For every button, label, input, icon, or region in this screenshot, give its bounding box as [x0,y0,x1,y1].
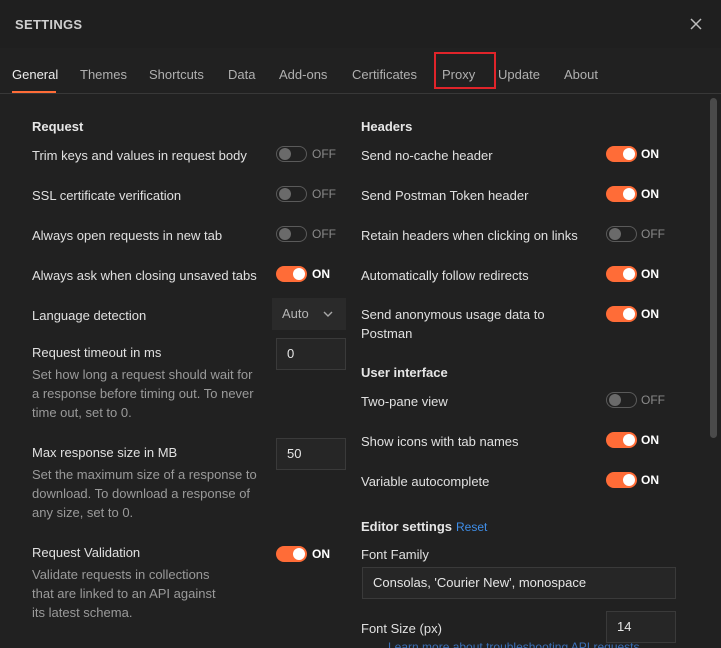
request-validation-label: Request Validation [32,545,141,560]
postman-token-state: ON [641,187,659,201]
language-detection-label: Language detection [32,308,147,323]
font-size-label: Font Size (px) [361,621,442,636]
open-new-tab-state: OFF [312,227,336,241]
ask-closing-toggle[interactable] [276,266,307,282]
open-new-tab-toggle[interactable] [276,226,307,242]
follow-redirects-label: Automatically follow redirects [361,268,529,283]
open-new-tab-label: Always open requests in new tab [32,228,223,243]
retain-headers-label: Retain headers when clicking on links [361,228,578,243]
two-pane-toggle[interactable] [606,392,637,408]
no-cache-label: Send no-cache header [361,148,493,163]
close-icon [690,18,702,30]
anonymous-usage-label: Send anonymous usage data to Postman [361,307,545,341]
postman-token-label: Send Postman Token header [361,188,529,203]
font-family-label: Font Family [361,547,429,562]
tab-certificates[interactable]: Certificates [352,67,417,82]
trim-keys-toggle[interactable] [276,146,307,162]
language-detection-value: Auto [282,306,309,321]
headers-heading: Headers [361,119,413,134]
ssl-verification-label: SSL certificate verification [32,188,182,203]
retain-headers-toggle[interactable] [606,226,637,242]
tab-data[interactable]: Data [228,67,255,82]
anonymous-usage-toggle[interactable] [606,306,637,322]
retain-headers-state: OFF [641,227,665,241]
max-response-size-input[interactable]: 50 [276,438,346,470]
content-scrollbar[interactable] [710,98,717,438]
tab-icons-toggle[interactable] [606,432,637,448]
chevron-down-icon [323,311,333,317]
ask-closing-state: ON [312,267,330,281]
ssl-verification-toggle[interactable] [276,186,307,202]
two-pane-state: OFF [641,393,665,407]
variable-autocomplete-label: Variable autocomplete [361,474,490,489]
active-tab-indicator [12,91,56,93]
tab-icons-state: ON [641,433,659,447]
request-timeout-description: Set how long a request should wait for a… [32,367,254,420]
request-timeout-input[interactable]: 0 [276,338,346,370]
troubleshooting-link[interactable]: Learn more about troubleshooting API req… [388,640,640,648]
tab-add-ons[interactable]: Add-ons [279,67,327,82]
editor-reset-link[interactable]: Reset [456,520,487,534]
request-validation-toggle[interactable] [276,546,307,562]
ssl-verification-state: OFF [312,187,336,201]
follow-redirects-toggle[interactable] [606,266,637,282]
variable-autocomplete-toggle[interactable] [606,472,637,488]
settings-modal: SETTINGS General Themes Shortcuts Data A… [0,0,721,648]
anonymous-usage-state: ON [641,307,659,321]
tab-general[interactable]: General [12,67,58,82]
no-cache-state: ON [641,147,659,161]
user-interface-heading: User interface [361,365,448,380]
request-validation-description: Validate requests in collections that ar… [32,567,216,620]
request-validation-state: ON [312,547,330,561]
trim-keys-state: OFF [312,147,336,161]
max-response-size-label: Max response size in MB [32,445,178,460]
trim-keys-label: Trim keys and values in request body [32,148,247,163]
tab-icons-label: Show icons with tab names [361,434,519,449]
no-cache-toggle[interactable] [606,146,637,162]
settings-tabs: General Themes Shortcuts Data Add-ons Ce… [0,48,721,94]
ask-closing-label: Always ask when closing unsaved tabs [32,268,257,283]
tab-shortcuts[interactable]: Shortcuts [149,67,204,82]
tab-update[interactable]: Update [498,67,540,82]
request-timeout-label: Request timeout in ms [32,345,162,360]
request-heading: Request [32,119,84,134]
proxy-tab-highlight [434,52,496,89]
modal-title: SETTINGS [15,17,83,32]
variable-autocomplete-state: ON [641,473,659,487]
postman-token-toggle[interactable] [606,186,637,202]
font-family-input[interactable]: Consolas, 'Courier New', monospace [362,567,676,599]
font-size-input[interactable]: 14 [606,611,676,643]
follow-redirects-state: ON [641,267,659,281]
modal-header: SETTINGS [0,0,721,48]
two-pane-label: Two-pane view [361,394,448,409]
tab-themes[interactable]: Themes [80,67,127,82]
max-response-size-description: Set the maximum size of a response to do… [32,467,257,520]
tab-about[interactable]: About [564,67,598,82]
language-detection-dropdown[interactable]: Auto [272,298,346,330]
close-button[interactable] [686,14,706,34]
editor-settings-heading: Editor settings [361,519,453,534]
